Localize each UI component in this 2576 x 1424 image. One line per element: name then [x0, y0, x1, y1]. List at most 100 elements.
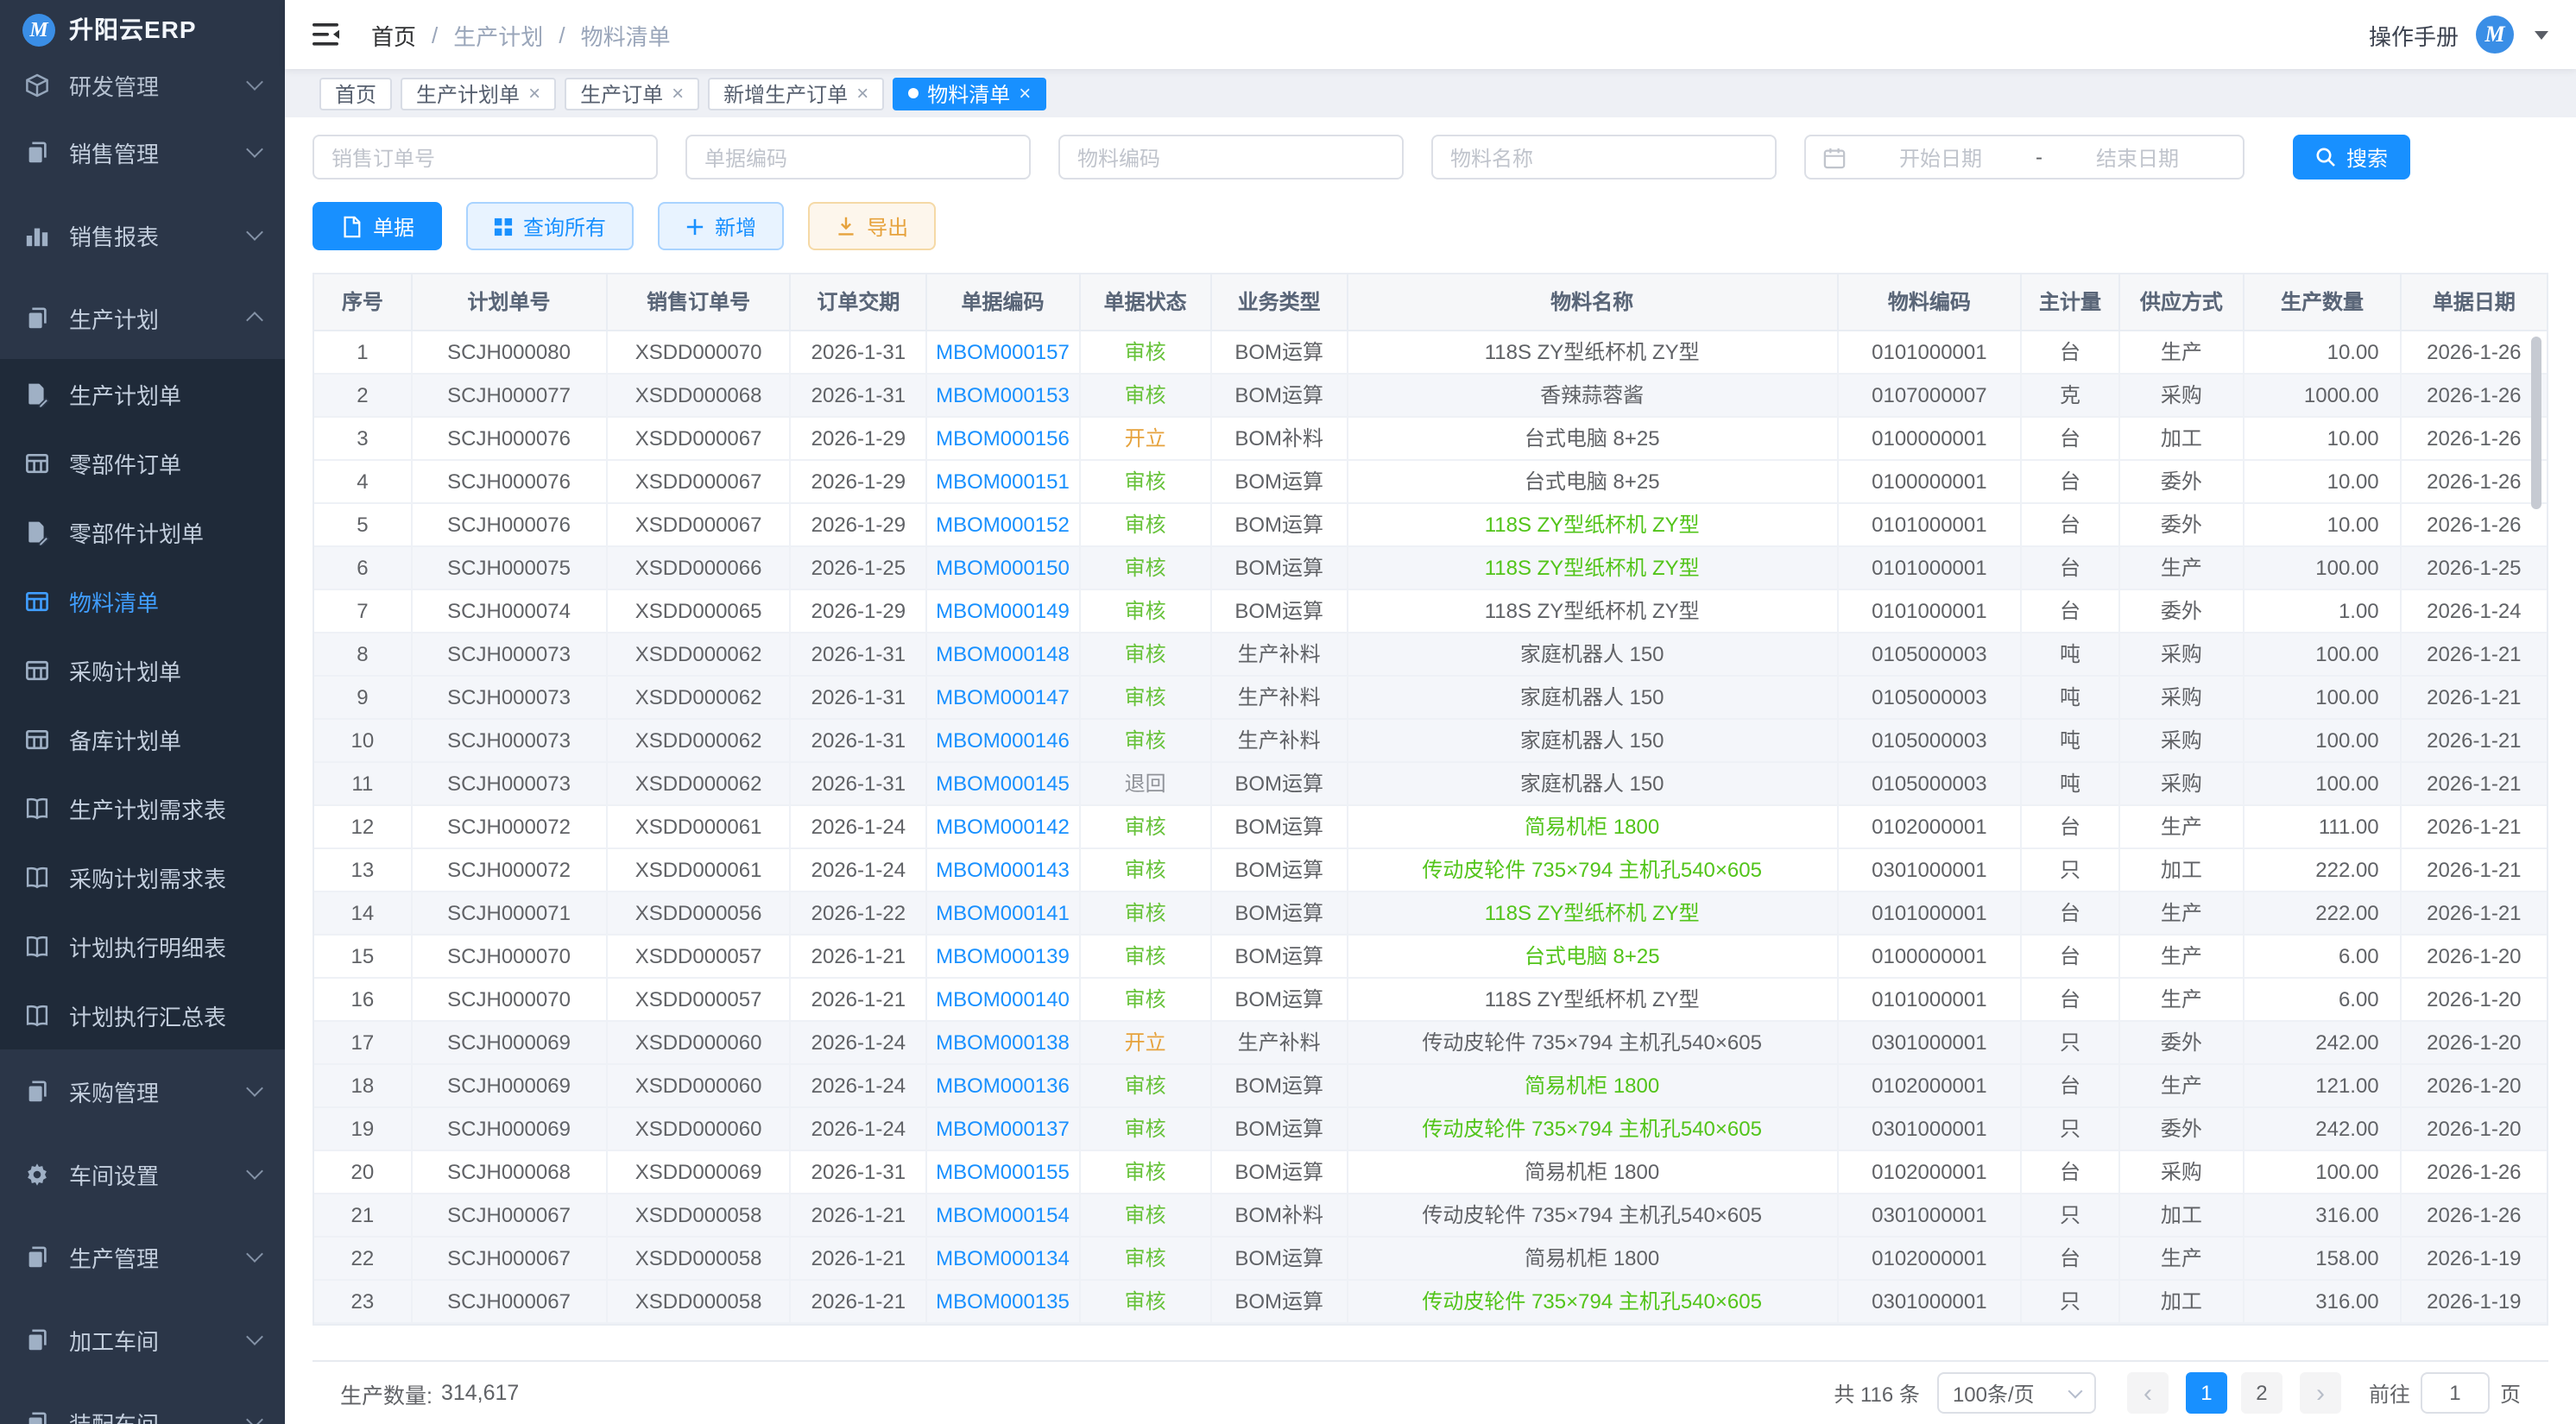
cell-unit: 台 [2022, 459, 2119, 502]
cell-name: 家庭机器人 150 [1347, 675, 1837, 718]
export-button[interactable]: 导出 [808, 202, 936, 250]
doc-code-link[interactable]: MBOM000147 [926, 675, 1079, 718]
tab-material-list[interactable]: 物料清单× [893, 77, 1046, 110]
sidebar-item-sales-report[interactable]: 销售报表 [0, 193, 285, 276]
doc-button[interactable]: 单据 [313, 202, 442, 250]
doc-code-link[interactable]: MBOM000157 [926, 330, 1079, 373]
doc-code-link[interactable]: MBOM000134 [926, 1236, 1079, 1279]
tab-home[interactable]: 首页 [319, 77, 392, 110]
doc-code-link[interactable]: MBOM000148 [926, 632, 1079, 675]
query-all-button[interactable]: 查询所有 [466, 202, 634, 250]
qty-summary-value: 314,617 [441, 1381, 519, 1405]
sidebar-item-assembly-workshop[interactable]: 装配车间 [0, 1381, 285, 1424]
doc-code-link[interactable]: MBOM000135 [926, 1279, 1079, 1322]
cell-date: 2026-1-26 [2401, 459, 2547, 502]
cell-biz: BOM运算 [1211, 1150, 1347, 1193]
doc-code-link[interactable]: MBOM000141 [926, 891, 1079, 934]
doc-code-link[interactable]: MBOM000155 [926, 1150, 1079, 1193]
cell-unit: 只 [2022, 847, 2119, 891]
prev-page-button[interactable]: ‹ [2127, 1372, 2169, 1414]
sidebar-item-parts-plan-order[interactable]: 零部件计划单 [0, 497, 285, 566]
doc-code-link[interactable]: MBOM000139 [926, 934, 1079, 977]
cell-code: 0101000001 [1837, 545, 2021, 589]
search-button[interactable]: 搜索 [2293, 135, 2410, 180]
tab-prod-plan-order[interactable]: 生产计划单× [401, 77, 556, 110]
grid-icon [494, 217, 513, 236]
sidebar-item-sales-mgmt[interactable]: 销售管理 [0, 110, 285, 193]
close-icon[interactable]: × [672, 83, 684, 104]
filter-input-material-code[interactable]: 物料编码 [1058, 135, 1404, 180]
doc-code-link[interactable]: MBOM000151 [926, 459, 1079, 502]
breadcrumb-production-plan[interactable]: 生产计划 [453, 18, 543, 51]
cell-plan: SCJH000076 [412, 416, 607, 459]
sidebar-item-purchase-plan-demand[interactable]: 采购计划需求表 [0, 842, 285, 911]
start-date-placeholder: 开始日期 [1853, 142, 2029, 172]
sidebar-item-rnd-mgmt[interactable]: 研发管理 [0, 59, 285, 110]
sidebar-item-parts-order[interactable]: 零部件订单 [0, 428, 285, 497]
cell-biz: BOM运算 [1211, 1063, 1347, 1106]
close-icon[interactable]: × [856, 83, 868, 104]
next-page-button[interactable]: › [2300, 1372, 2341, 1414]
page-button-2[interactable]: 2 [2241, 1372, 2282, 1414]
tab-new-prod-order[interactable]: 新增生产订单× [708, 77, 884, 110]
filter-input-sales-order-no[interactable]: 销售订单号 [313, 135, 658, 180]
cell-qty: 100.00 [2244, 675, 2400, 718]
sidebar-item-prod-plan[interactable]: 生产计划 [0, 276, 285, 359]
table-row: 6SCJH000075XSDD0000662026-1-25MBOM000150… [314, 545, 2547, 589]
sidebar-item-workshop-settings[interactable]: 车间设置 [0, 1132, 285, 1215]
cell-due: 2026-1-31 [791, 330, 926, 373]
doc-code-link[interactable]: MBOM000136 [926, 1063, 1079, 1106]
goto-page-input[interactable]: 1 [2421, 1372, 2490, 1414]
breadcrumb-home[interactable]: 首页 [371, 18, 416, 51]
doc-code-link[interactable]: MBOM000146 [926, 718, 1079, 761]
cell-qty: 100.00 [2244, 761, 2400, 804]
cell-so: XSDD000070 [606, 330, 790, 373]
cell-supply: 生产 [2118, 330, 2244, 373]
cell-date: 2026-1-20 [2401, 934, 2547, 977]
sidebar-item-prod-mgmt[interactable]: 生产管理 [0, 1215, 285, 1298]
page-size-select[interactable]: 100条/页 [1937, 1372, 2096, 1414]
doc-code-link[interactable]: MBOM000145 [926, 761, 1079, 804]
avatar[interactable]: M [2476, 16, 2514, 54]
date-range-picker[interactable]: 开始日期 - 结束日期 [1804, 135, 2245, 180]
cell-date: 2026-1-26 [2401, 1150, 2547, 1193]
tab-prod-order[interactable]: 生产订单× [565, 77, 699, 110]
sidebar-item-purchase-mgmt[interactable]: 采购管理 [0, 1049, 285, 1132]
cell-no: 21 [314, 1193, 412, 1236]
doc-code-link[interactable]: MBOM000143 [926, 847, 1079, 891]
close-icon[interactable]: × [528, 83, 540, 104]
doc-code-link[interactable]: MBOM000154 [926, 1193, 1079, 1236]
doc-code-link[interactable]: MBOM000152 [926, 502, 1079, 545]
sidebar-item-plan-exec-detail[interactable]: 计划执行明细表 [0, 911, 285, 980]
sidebar-item-purchase-plan-order[interactable]: 采购计划单 [0, 635, 285, 704]
sidebar-item-material-list[interactable]: 物料清单 [0, 566, 285, 635]
cell-no: 1 [314, 330, 412, 373]
user-menu-caret-icon[interactable] [2535, 30, 2548, 39]
doc-code-link[interactable]: MBOM000142 [926, 804, 1079, 847]
page-button-1[interactable]: 1 [2186, 1372, 2227, 1414]
cell-due: 2026-1-21 [791, 1193, 926, 1236]
sidebar-item-prod-plan-demand[interactable]: 生产计划需求表 [0, 773, 285, 842]
close-icon[interactable]: × [1019, 83, 1031, 104]
doc-code-link[interactable]: MBOM000153 [926, 373, 1079, 416]
add-button[interactable]: 新增 [658, 202, 784, 250]
sidebar-item-stock-plan-order[interactable]: 备库计划单 [0, 704, 285, 773]
cell-code: 0101000001 [1837, 977, 2021, 1020]
filter-input-doc-code[interactable]: 单据编码 [685, 135, 1031, 180]
cell-supply: 加工 [2118, 1193, 2244, 1236]
doc-code-link[interactable]: MBOM000150 [926, 545, 1079, 589]
doc-code-link[interactable]: MBOM000137 [926, 1106, 1079, 1150]
doc-code-link[interactable]: MBOM000138 [926, 1020, 1079, 1063]
vertical-scrollbar-thumb[interactable] [2531, 337, 2541, 509]
sidebar-item-process-workshop[interactable]: 加工车间 [0, 1298, 285, 1381]
cell-biz: BOM运算 [1211, 1106, 1347, 1150]
doc-code-link[interactable]: MBOM000140 [926, 977, 1079, 1020]
sidebar-collapse-icon[interactable] [313, 22, 340, 47]
breadcrumb-separator: / [559, 22, 565, 47]
manual-link[interactable]: 操作手册 [2369, 18, 2459, 51]
sidebar-item-plan-exec-summary[interactable]: 计划执行汇总表 [0, 980, 285, 1049]
doc-code-link[interactable]: MBOM000149 [926, 589, 1079, 632]
filter-input-material-name[interactable]: 物料名称 [1431, 135, 1777, 180]
sidebar-item-prod-plan-order[interactable]: 生产计划单 [0, 359, 285, 428]
doc-code-link[interactable]: MBOM000156 [926, 416, 1079, 459]
